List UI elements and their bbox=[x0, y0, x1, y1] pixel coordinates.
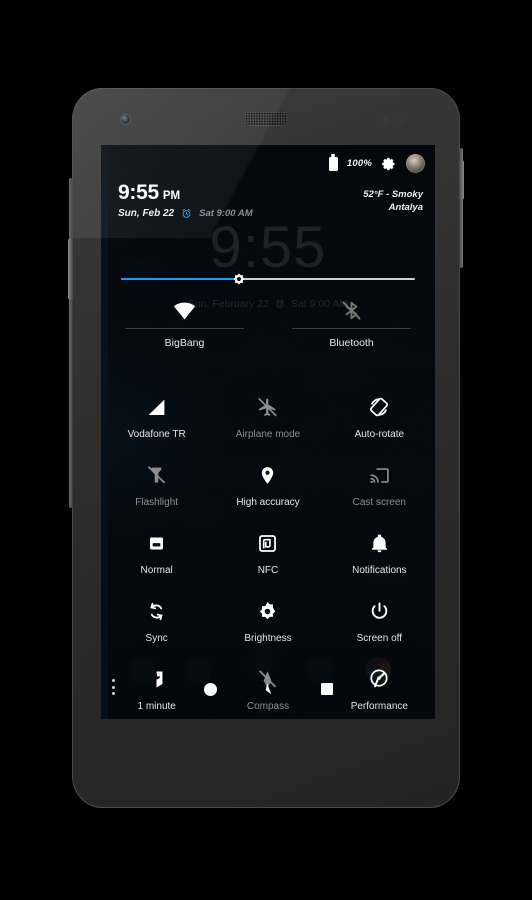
back-circle-icon[interactable] bbox=[203, 682, 217, 696]
auto-rotate-icon bbox=[368, 394, 390, 420]
tile-label: High accuracy bbox=[236, 497, 300, 508]
navigation-bar bbox=[101, 676, 435, 702]
tile-screen-off[interactable]: Screen off bbox=[324, 592, 435, 660]
brightness-icon bbox=[257, 598, 278, 624]
tile-label: BigBang bbox=[164, 337, 205, 349]
tile-label: NFC bbox=[257, 565, 279, 576]
tile-bluetooth[interactable]: Bluetooth bbox=[268, 295, 435, 349]
front-camera-icon bbox=[121, 115, 130, 124]
bell-icon bbox=[369, 530, 390, 556]
tile-nfc[interactable]: NFC bbox=[212, 524, 323, 592]
header-time-value: 9:55 bbox=[118, 181, 159, 204]
tile-divider bbox=[292, 328, 411, 329]
tile-label: 1 minute bbox=[137, 701, 176, 712]
proximity-sensor-icon bbox=[382, 117, 416, 123]
tile-brightness[interactable]: Brightness bbox=[212, 592, 323, 660]
tile-label: Bluetooth bbox=[329, 337, 374, 349]
flashlight-off-icon bbox=[146, 462, 167, 488]
airplane-off-icon bbox=[257, 394, 278, 420]
header-time: 9:55 PM bbox=[118, 182, 253, 203]
primary-tiles-row: BigBang Bluetooth bbox=[101, 295, 435, 349]
tile-divider bbox=[125, 328, 244, 329]
avatar[interactable] bbox=[406, 154, 425, 173]
sun-brightness-icon[interactable] bbox=[231, 271, 247, 287]
weather-condition: 52°F - Smoky bbox=[363, 189, 423, 200]
device-left-rail bbox=[69, 178, 73, 508]
power-button[interactable] bbox=[459, 160, 464, 200]
home-icon[interactable] bbox=[261, 681, 277, 697]
tile-label: Performance bbox=[350, 701, 408, 712]
tile-airplane-mode[interactable]: Airplane mode bbox=[212, 388, 323, 456]
quick-settings-grid: Vodafone TR Airplane mode Auto-rotate Fl… bbox=[101, 388, 435, 719]
tile-label: Screen off bbox=[356, 633, 403, 644]
slider-fill bbox=[121, 278, 239, 280]
wifi-icon bbox=[109, 295, 260, 325]
alarm-clock-icon bbox=[181, 208, 192, 219]
battery-percent-label: 100% bbox=[346, 158, 372, 169]
battery-full-icon bbox=[328, 154, 338, 171]
header-clock: 9:55 PM Sun, Feb 22 Sat 9:00 AM bbox=[118, 182, 253, 219]
tile-sync[interactable]: Sync bbox=[101, 592, 212, 660]
status-bar: 100% bbox=[328, 154, 425, 173]
background-clock-time: 9:55 bbox=[209, 215, 327, 280]
tile-label: Flashlight bbox=[135, 497, 179, 508]
gear-icon[interactable] bbox=[381, 156, 397, 172]
tile-label: Sync bbox=[145, 633, 168, 644]
tile-label: Notifications bbox=[352, 565, 407, 576]
phone-device: 100% 9:55 PM Sun, Feb 22 Sat 9:00 AM 52°… bbox=[68, 88, 464, 808]
nfc-icon bbox=[257, 530, 278, 556]
power-icon bbox=[369, 598, 390, 624]
cast-screen-icon bbox=[369, 462, 390, 488]
tile-label: Vodafone TR bbox=[127, 429, 186, 440]
recents-square-icon[interactable] bbox=[320, 683, 333, 695]
ringer-normal-icon bbox=[146, 530, 167, 556]
tile-label: Normal bbox=[140, 565, 173, 576]
header-date: Sun, Feb 22 bbox=[118, 208, 175, 219]
cell-signal-icon bbox=[146, 394, 167, 420]
tile-flashlight[interactable]: Flashlight bbox=[101, 456, 212, 524]
bluetooth-off-icon bbox=[276, 295, 427, 325]
tile-label: Airplane mode bbox=[235, 429, 301, 440]
sync-icon bbox=[146, 598, 167, 624]
phone-screen: 100% 9:55 PM Sun, Feb 22 Sat 9:00 AM 52°… bbox=[101, 145, 435, 719]
brightness-slider[interactable] bbox=[121, 271, 415, 287]
tile-cell-signal[interactable]: Vodafone TR bbox=[101, 388, 212, 456]
tile-ringer-mode[interactable]: Normal bbox=[101, 524, 212, 592]
tile-cast-screen[interactable]: Cast screen bbox=[324, 456, 435, 524]
tile-label: Cast screen bbox=[352, 497, 406, 508]
location-pin-icon bbox=[257, 462, 278, 488]
header-time-ampm: PM bbox=[162, 190, 181, 202]
weather-location: Antalya bbox=[388, 201, 423, 213]
tile-label: Brightness bbox=[244, 633, 292, 644]
tile-location[interactable]: High accuracy bbox=[212, 456, 323, 524]
tile-label: Auto-rotate bbox=[354, 429, 405, 440]
tile-wifi[interactable]: BigBang bbox=[101, 295, 268, 349]
volume-button[interactable] bbox=[68, 238, 73, 300]
earpiece-speaker-icon bbox=[244, 111, 288, 126]
tile-label: Compass bbox=[246, 701, 290, 712]
weather-widget[interactable]: 52°F - Smoky Antalya bbox=[363, 189, 423, 215]
tile-notifications[interactable]: Notifications bbox=[324, 524, 435, 592]
tile-auto-rotate[interactable]: Auto-rotate bbox=[324, 388, 435, 456]
